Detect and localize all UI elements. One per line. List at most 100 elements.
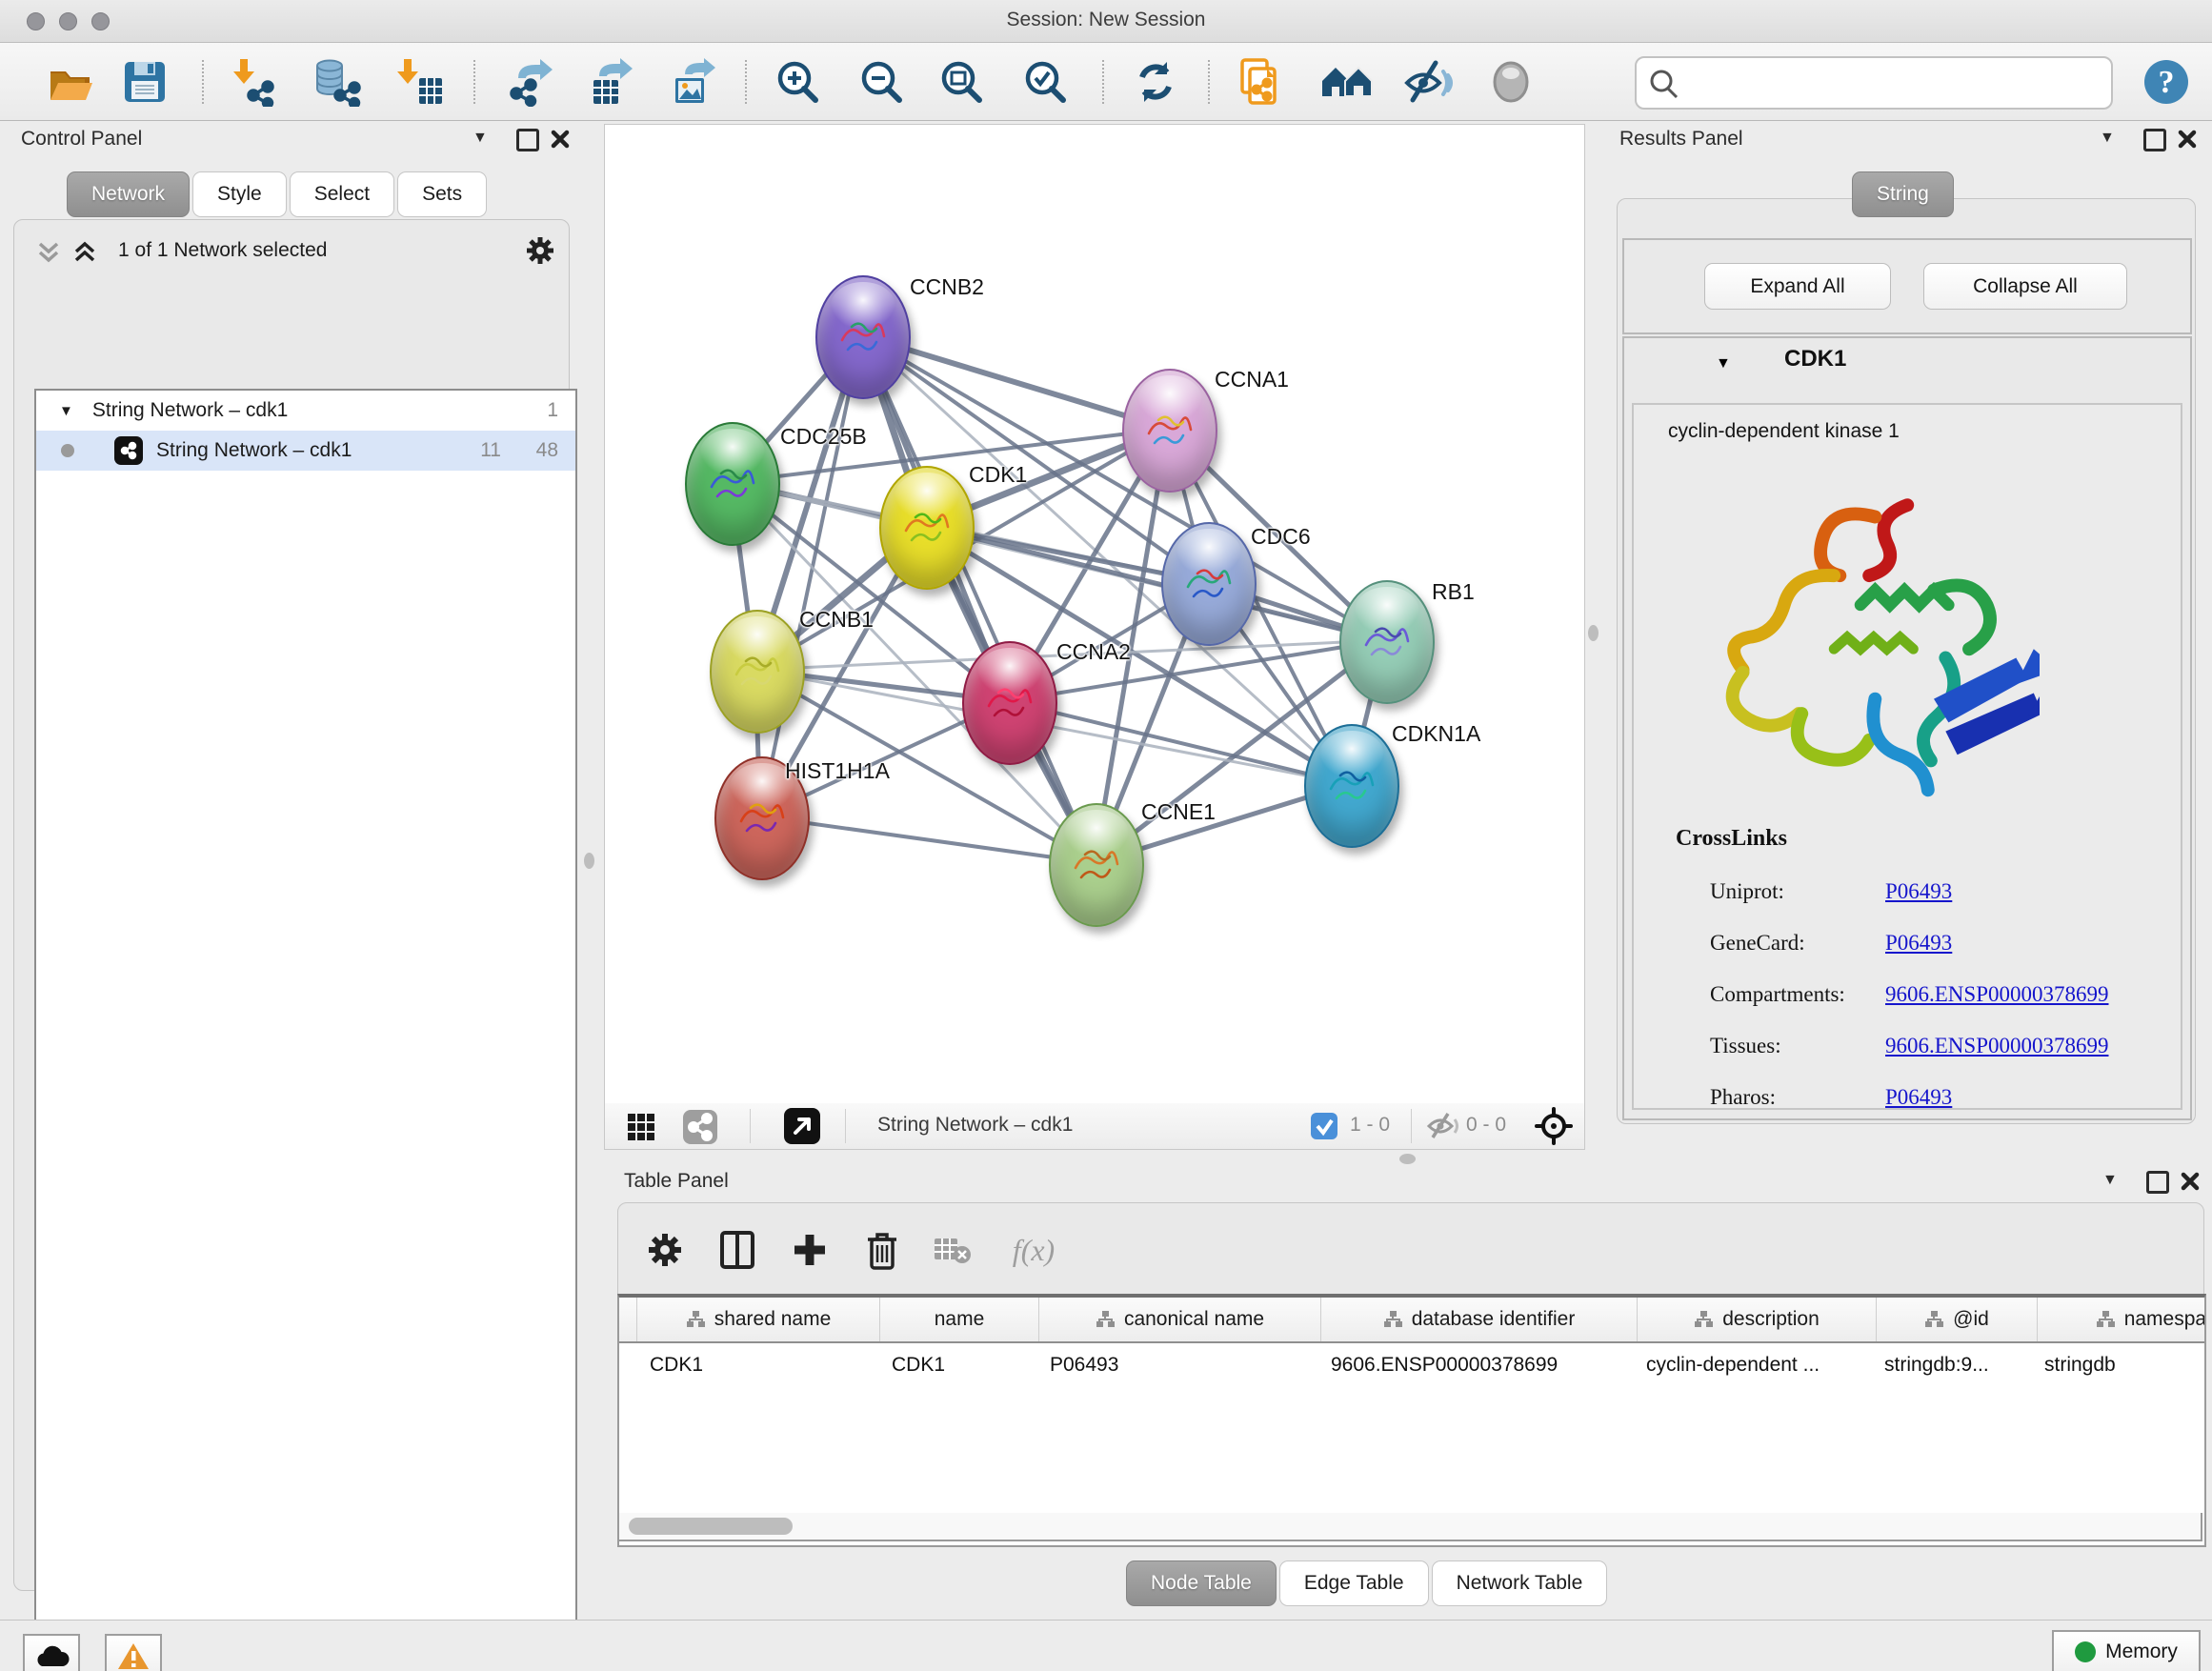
table-cell-database-identifier[interactable]: 9606.ENSP00000378699 bbox=[1317, 1343, 1633, 1385]
tab-select[interactable]: Select bbox=[290, 171, 394, 217]
cloud-button[interactable] bbox=[23, 1634, 80, 1671]
crosslink-link[interactable]: 9606.ENSP00000378699 bbox=[1885, 1034, 2109, 1058]
detach-view-icon[interactable] bbox=[784, 1108, 820, 1144]
show-all-button[interactable] bbox=[1484, 55, 1538, 109]
network-canvas[interactable]: CCNB2CCNA1CDC25BCDK1CDC6RB1CCNB1CCNA2CDK… bbox=[604, 124, 1585, 1105]
collapse-all-icon[interactable] bbox=[34, 240, 63, 265]
network-overview-icon[interactable] bbox=[683, 1110, 717, 1144]
results-panel-float-icon[interactable] bbox=[2143, 129, 2166, 151]
import-network-database-button[interactable] bbox=[311, 55, 364, 109]
memory-button[interactable]: Memory bbox=[2052, 1630, 2201, 1671]
network-node-rb1[interactable] bbox=[1339, 580, 1435, 704]
import-network-file-button[interactable] bbox=[227, 55, 280, 109]
table-row[interactable]: CDK1CDK1P064939606.ENSP00000378699cyclin… bbox=[619, 1343, 2204, 1385]
expand-all-button[interactable]: Expand All bbox=[1704, 263, 1891, 310]
network-node-cdc25b[interactable] bbox=[685, 422, 780, 546]
table-panel-close-icon[interactable] bbox=[2181, 1172, 2200, 1191]
zoom-selected-button[interactable] bbox=[1019, 55, 1073, 109]
tab-edge-table[interactable]: Edge Table bbox=[1279, 1560, 1429, 1606]
column-header-namespace[interactable]: namespace bbox=[2038, 1298, 2206, 1341]
table-settings-button[interactable] bbox=[641, 1226, 689, 1274]
search-box[interactable] bbox=[1635, 56, 2113, 110]
table-cell--id[interactable]: stringdb:9... bbox=[1871, 1343, 2031, 1385]
results-panel-close-icon[interactable] bbox=[2178, 130, 2197, 149]
network-node-ccna2[interactable] bbox=[962, 641, 1057, 765]
collapse-all-button[interactable]: Collapse All bbox=[1923, 263, 2127, 310]
export-network-button[interactable] bbox=[503, 55, 556, 109]
create-column-button[interactable] bbox=[786, 1226, 834, 1274]
network-options-gear-icon[interactable] bbox=[524, 234, 556, 267]
tab-string[interactable]: String bbox=[1852, 171, 1954, 217]
network-node-ccne1[interactable] bbox=[1049, 803, 1144, 927]
save-session-button[interactable] bbox=[118, 55, 171, 109]
column-header-database-identifier[interactable]: database identifier bbox=[1321, 1298, 1638, 1341]
hidden-eye-slash-icon[interactable] bbox=[1426, 1112, 1460, 1140]
network-node-cdk1[interactable] bbox=[879, 466, 975, 590]
export-table-button[interactable] bbox=[583, 55, 636, 109]
warning-button[interactable] bbox=[105, 1634, 162, 1671]
table-cell-name[interactable]: CDK1 bbox=[878, 1343, 1036, 1385]
tree-expander-icon[interactable]: ▼ bbox=[59, 403, 73, 419]
crosslink-link[interactable]: P06493 bbox=[1885, 1085, 1952, 1110]
control-panel-tabs: NetworkStyleSelectSets bbox=[67, 171, 490, 217]
control-panel-float-icon[interactable] bbox=[516, 129, 539, 151]
table-cell-shared-name[interactable]: CDK1 bbox=[636, 1343, 878, 1385]
control-panel-close-icon[interactable] bbox=[551, 130, 570, 149]
table-panel-collapse-icon[interactable]: ▼ bbox=[2102, 1172, 2118, 1189]
network-row-selected[interactable]: String Network – cdk1 11 48 bbox=[36, 431, 575, 471]
network-node-cdc6[interactable] bbox=[1161, 522, 1257, 646]
first-neighbors-button[interactable] bbox=[1320, 55, 1374, 109]
right-splitter-handle[interactable] bbox=[1588, 625, 1599, 641]
bottom-splitter-handle[interactable] bbox=[1399, 1154, 1416, 1164]
hide-selected-button[interactable] bbox=[1402, 55, 1456, 109]
network-node-cdkn1a[interactable] bbox=[1304, 724, 1399, 848]
table-horizontal-scrollbar[interactable] bbox=[617, 1513, 2202, 1541]
tab-network-table[interactable]: Network Table bbox=[1432, 1560, 1608, 1606]
refresh-view-button[interactable] bbox=[1129, 55, 1182, 109]
crosslink-link[interactable]: 9606.ENSP00000378699 bbox=[1885, 982, 2109, 1007]
network-node-ccnb2[interactable] bbox=[815, 275, 911, 399]
gene-expander-icon[interactable]: ▼ bbox=[1716, 355, 1731, 372]
column-header-name[interactable]: name bbox=[880, 1298, 1039, 1341]
network-node-ccna1[interactable] bbox=[1122, 369, 1217, 493]
column-header--id[interactable]: @id bbox=[1877, 1298, 2038, 1341]
export-image-button[interactable] bbox=[667, 55, 720, 109]
tab-sets[interactable]: Sets bbox=[397, 171, 487, 217]
apply-function-button[interactable]: f(x) bbox=[995, 1226, 1072, 1274]
crosslink-link[interactable]: P06493 bbox=[1885, 931, 1952, 956]
navigator-crosshair-icon[interactable] bbox=[1535, 1107, 1573, 1145]
scrollbar-thumb[interactable] bbox=[629, 1518, 793, 1535]
network-node-ccnb1[interactable] bbox=[710, 610, 805, 734]
table-cell-description[interactable]: cyclin-dependent ... bbox=[1633, 1343, 1871, 1385]
import-table-button[interactable] bbox=[392, 55, 446, 109]
zoom-out-button[interactable] bbox=[855, 55, 909, 109]
column-header-shared-name[interactable]: shared name bbox=[637, 1298, 880, 1341]
expand-all-icon[interactable] bbox=[70, 240, 99, 265]
table-cell-canonical-name[interactable]: P06493 bbox=[1036, 1343, 1317, 1385]
column-visibility-button[interactable] bbox=[714, 1226, 761, 1274]
control-panel-collapse-icon[interactable]: ▼ bbox=[473, 130, 488, 147]
open-session-button[interactable] bbox=[44, 55, 97, 109]
selected-checkbox-icon[interactable] bbox=[1310, 1112, 1338, 1140]
zoom-in-button[interactable] bbox=[772, 55, 825, 109]
table-cell-namespace[interactable]: stringdb bbox=[2031, 1343, 2206, 1385]
network-collection-row[interactable]: ▼ String Network – cdk1 1 bbox=[36, 391, 575, 431]
results-panel-collapse-icon[interactable]: ▼ bbox=[2100, 130, 2115, 147]
search-input[interactable] bbox=[1686, 62, 2100, 102]
table-panel-float-icon[interactable] bbox=[2146, 1171, 2169, 1194]
column-header-canonical-name[interactable]: canonical name bbox=[1039, 1298, 1321, 1341]
clone-network-button[interactable] bbox=[1233, 55, 1286, 109]
tab-network[interactable]: Network bbox=[67, 171, 190, 217]
thumbnail-grid-icon[interactable] bbox=[626, 1112, 656, 1142]
help-button[interactable]: ? bbox=[2140, 55, 2193, 109]
protein-squiggle-icon bbox=[835, 306, 892, 363]
zoom-fit-button[interactable] bbox=[935, 55, 989, 109]
delete-column-button[interactable] bbox=[858, 1226, 906, 1274]
left-splitter-handle[interactable] bbox=[584, 853, 594, 869]
tab-style[interactable]: Style bbox=[192, 171, 287, 217]
crosslink-link[interactable]: P06493 bbox=[1885, 879, 1952, 904]
column-header-description[interactable]: description bbox=[1638, 1298, 1877, 1341]
tab-node-table[interactable]: Node Table bbox=[1126, 1560, 1277, 1606]
delete-table-button[interactable] bbox=[929, 1226, 976, 1274]
node-table[interactable]: shared namenamecanonical namedatabase id… bbox=[617, 1294, 2206, 1547]
